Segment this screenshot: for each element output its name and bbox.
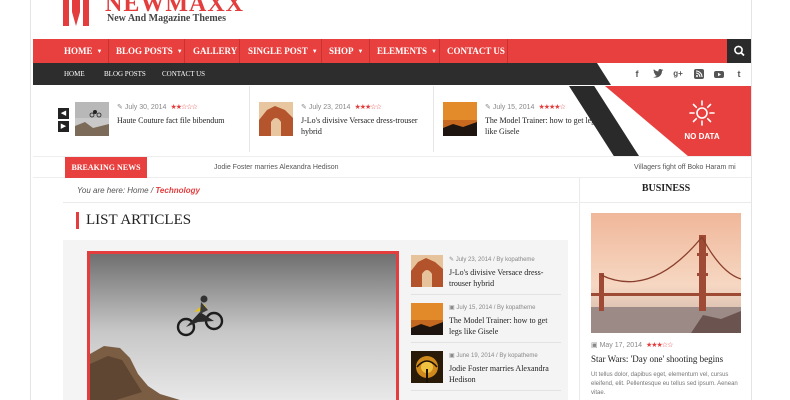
- youtube-icon[interactable]: [713, 68, 725, 80]
- caret-down-icon: ▼: [176, 49, 183, 55]
- subnav-item-blog-posts[interactable]: BLOG POSTS: [104, 63, 146, 85]
- calendar-icon: ✎: [449, 257, 456, 263]
- breaking-news-item[interactable]: Villagers fight off Boko Haram mi: [634, 157, 736, 178]
- social-links: f g+ t: [571, 63, 751, 85]
- caret-down-icon: ▼: [96, 49, 103, 55]
- article-meta: ▣ June 19, 2014 / By kopatheme: [449, 353, 538, 359]
- search-icon: [734, 45, 745, 57]
- calendar-icon: ✎: [485, 104, 493, 111]
- rating-stars: ★★★☆☆: [645, 342, 673, 349]
- page: NEWMAXX New And Magazine Themes HOME ▼ BL…: [30, 0, 752, 400]
- search-button[interactable]: [727, 39, 751, 63]
- sidebar-article-image[interactable]: [591, 213, 741, 333]
- breadcrumb-separator: /: [150, 186, 154, 195]
- rss-icon[interactable]: [693, 68, 705, 80]
- nav-item-blog-posts[interactable]: BLOG POSTS ▼: [116, 39, 183, 63]
- caret-down-icon: ▼: [431, 49, 437, 55]
- sidebar-article-title[interactable]: Star Wars: 'Day one' shooting begins: [591, 354, 723, 364]
- article-thumbnail[interactable]: [411, 351, 443, 383]
- article-meta: ✎ July 23, 2014 / By kopatheme: [449, 257, 535, 263]
- breadcrumb: You are here: Home / Technology: [77, 186, 200, 195]
- article-title[interactable]: Jodie Foster marries Alexandra Hedison: [449, 363, 554, 385]
- logo-icon[interactable]: [61, 0, 91, 26]
- article-thumbnail[interactable]: [411, 255, 443, 287]
- breaking-news-bar: BREAKING NEWS Jodie Foster marries Alexa…: [33, 156, 751, 178]
- featured-meta: ✎ July 23, 2014 ★★★☆☆: [301, 104, 382, 111]
- nav-item-single-post[interactable]: SINGLE POST ▼: [248, 39, 318, 63]
- image-icon: ▣: [591, 342, 600, 349]
- nav-item-gallery[interactable]: GALLERY: [193, 39, 237, 63]
- subnav-item-home[interactable]: HOME: [64, 63, 85, 85]
- next-arrow-icon[interactable]: ▶: [58, 121, 69, 132]
- breadcrumb-home-link[interactable]: Home: [127, 186, 148, 195]
- article-meta: ▣ July 15, 2014 / By kopatheme: [449, 305, 536, 311]
- weather-status: NO DATA: [684, 132, 720, 141]
- caret-down-icon: ▼: [357, 49, 364, 55]
- featured-title[interactable]: Haute Couture fact file bibendum: [117, 115, 242, 126]
- nav-item-contact-us[interactable]: CONTACT US: [447, 39, 505, 63]
- section-title: LIST ARTICLES: [76, 212, 191, 229]
- calendar-icon: ✎: [117, 104, 125, 111]
- twitter-icon[interactable]: [652, 68, 664, 80]
- breadcrumb-prefix: You are here:: [77, 186, 126, 195]
- rating-stars: ★★☆☆☆: [170, 104, 197, 111]
- sun-icon: [689, 100, 715, 126]
- article-title[interactable]: The Model Trainer: how to get legs like …: [449, 315, 554, 337]
- nav-item-elements[interactable]: ELEMENTS ▼: [377, 39, 437, 63]
- breaking-news-item[interactable]: Jodie Foster marries Alexandra Hedison: [214, 157, 339, 178]
- article-title[interactable]: J-Lo's divisive Versace dress-trouser hy…: [449, 267, 554, 289]
- rating-stars: ★★★★☆: [538, 104, 565, 111]
- nav-item-shop[interactable]: SHOP ▼: [329, 39, 363, 63]
- rating-stars: ★★★☆☆: [354, 104, 381, 111]
- sidebar-article-meta: ▣ May 17, 2014 ★★★☆☆: [591, 342, 673, 349]
- subnav-item-contact-us[interactable]: CONTACT US: [162, 63, 205, 85]
- caret-down-icon: ▼: [311, 49, 318, 55]
- featured-thumbnail[interactable]: [259, 102, 293, 136]
- google-plus-icon[interactable]: g+: [672, 68, 684, 80]
- breadcrumb-current: Technology: [155, 186, 200, 195]
- logo-subtitle: New And Magazine Themes: [107, 13, 226, 24]
- featured-meta: ✎ July 15, 2014 ★★★★☆: [485, 104, 566, 111]
- header: NEWMAXX New And Magazine Themes: [31, 0, 751, 38]
- prev-arrow-icon[interactable]: ◀: [58, 108, 69, 119]
- lead-article-image[interactable]: [87, 251, 399, 400]
- sidebar-title: BUSINESS: [641, 183, 691, 194]
- featured-thumbnail[interactable]: [75, 102, 109, 136]
- featured-thumbnail[interactable]: [443, 102, 477, 136]
- nav-item-home[interactable]: HOME ▼: [64, 39, 102, 63]
- breaking-news-label: BREAKING NEWS: [65, 157, 147, 178]
- featured-meta: ✎ July 30, 2014 ★★☆☆☆: [117, 104, 198, 111]
- sidebar-article-excerpt: Ut tellus dolor, dapibus eget, elementum…: [591, 372, 738, 396]
- featured-title[interactable]: J-Lo's divisive Versace dress-trouser hy…: [301, 115, 426, 137]
- calendar-icon: ✎: [301, 104, 309, 111]
- main-nav: HOME ▼ BLOG POSTS ▼ GALLERY SINGLE POST ▼ S…: [33, 39, 751, 63]
- tumblr-icon[interactable]: t: [733, 68, 745, 80]
- article-thumbnail[interactable]: [411, 303, 443, 335]
- facebook-icon[interactable]: f: [631, 68, 643, 80]
